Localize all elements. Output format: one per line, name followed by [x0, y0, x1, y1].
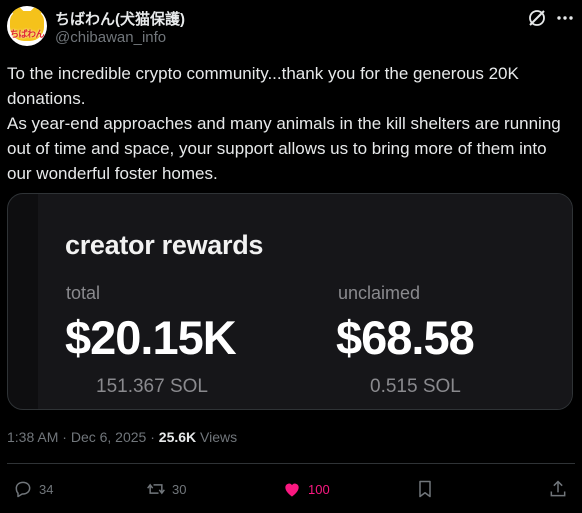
more-options-icon[interactable]	[555, 8, 575, 28]
heart-icon	[285, 483, 299, 497]
rewards-title: creator rewards	[65, 230, 264, 260]
post-time[interactable]: 1:38 AM	[7, 429, 58, 445]
post-date[interactable]: Dec 6, 2025	[71, 429, 147, 445]
post-meta: 1:38 AM · Dec 6, 2025 · 25.6K Views	[7, 429, 237, 445]
post-text: To the incredible crypto community...tha…	[7, 61, 575, 186]
unclaimed-label: unclaimed	[338, 283, 421, 303]
avatar-logo-text: ちばわん	[10, 29, 45, 39]
post-paragraph: To the incredible crypto community...tha…	[7, 64, 519, 108]
post-paragraph: As year-end approaches and many animals …	[7, 114, 561, 183]
bookmark-button[interactable]	[415, 478, 435, 500]
like-count: 100	[308, 481, 330, 497]
meta-separator: ·	[150, 429, 155, 445]
reply-icon	[15, 481, 31, 498]
views-label: Views	[200, 429, 238, 445]
unclaimed-sol: 0.515 SOL	[370, 376, 461, 397]
like-button[interactable]: 100	[282, 478, 330, 500]
repost-icon	[147, 483, 165, 495]
share-icon	[550, 480, 566, 497]
media-image[interactable]: creator rewards total $20.15K 151.367 SO…	[7, 193, 573, 410]
reply-button[interactable]: 34	[13, 478, 53, 500]
repost-count: 30	[172, 481, 187, 497]
display-name[interactable]: ちばわん(犬猫保護)	[55, 8, 185, 29]
share-button[interactable]	[548, 478, 568, 500]
bookmark-icon	[419, 480, 431, 498]
user-handle[interactable]: @chibawan_info	[55, 29, 166, 46]
grok-icon[interactable]	[527, 8, 547, 28]
views-count: 25.6K	[158, 429, 197, 445]
dog-logo-icon: ちばわん	[10, 11, 45, 41]
unclaimed-value: $68.58	[336, 311, 475, 364]
reply-count: 34	[39, 481, 54, 497]
meta-separator: ·	[62, 429, 67, 445]
avatar[interactable]: ちばわん	[7, 6, 47, 46]
repost-button[interactable]: 30	[146, 478, 186, 500]
total-label: total	[66, 283, 101, 303]
post: ちばわん ちばわん(犬猫保護) @chibawan_info To the in…	[0, 0, 582, 513]
total-sol: 151.367 SOL	[96, 376, 208, 397]
divider	[7, 463, 575, 464]
total-value: $20.15K	[65, 311, 237, 364]
